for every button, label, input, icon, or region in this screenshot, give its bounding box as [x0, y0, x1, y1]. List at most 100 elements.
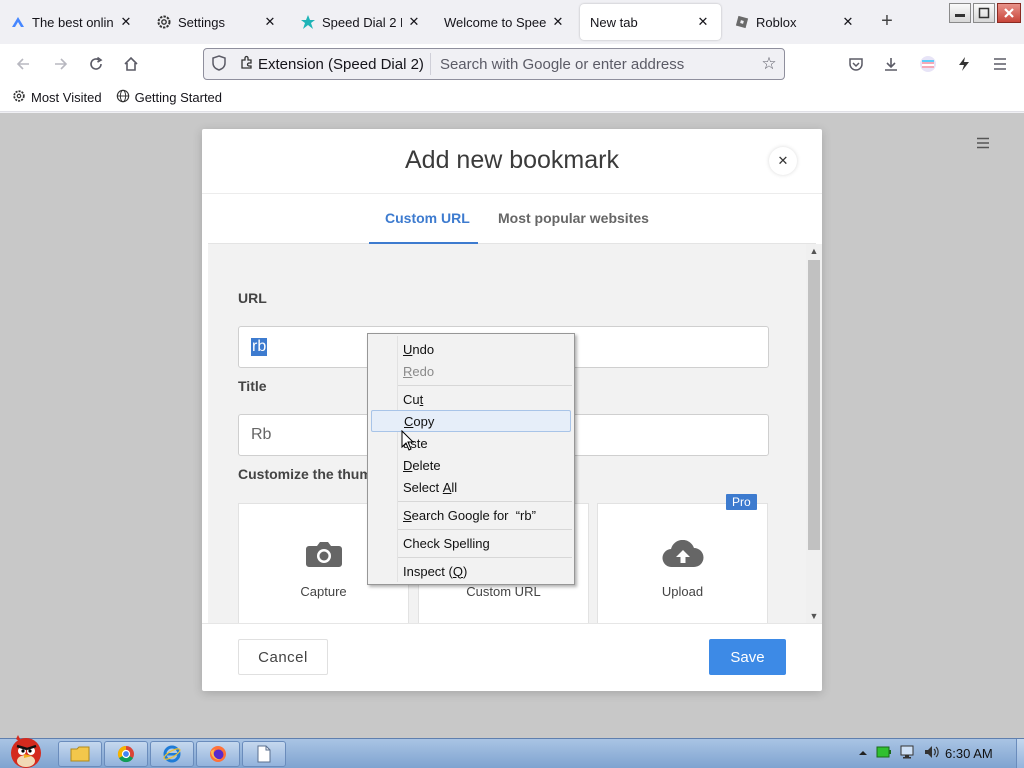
close-tab-icon[interactable]: ✕: [118, 14, 134, 30]
tab-speed-dial[interactable]: Speed Dial 2 Ne ✕: [290, 0, 432, 44]
cloud-upload-icon: [598, 539, 767, 571]
bookmark-label: Getting Started: [134, 90, 223, 105]
tab-settings[interactable]: Settings ✕: [146, 0, 288, 44]
speed-dial-menu-icon[interactable]: [966, 131, 1000, 155]
thumbnail-upload-option[interactable]: Upload: [597, 503, 768, 623]
maximize-button[interactable]: [973, 3, 995, 23]
menu-item-select-all[interactable]: Select All: [371, 476, 571, 498]
form-scrollbar[interactable]: ▲ ▼: [806, 244, 822, 623]
lightning-extension-icon[interactable]: [951, 52, 977, 76]
tracking-protection-shield-icon[interactable]: [204, 54, 234, 74]
menu-item-inspect[interactable]: Inspect (Q): [371, 560, 571, 582]
title-label: Title: [238, 378, 267, 394]
context-menu: Undo Redo Cu t Copy aste Delete Select Al…: [367, 333, 575, 585]
show-desktop-button[interactable]: [1016, 739, 1024, 768]
menu-separator: [398, 501, 572, 502]
tray-overflow-arrow-icon[interactable]: [858, 746, 868, 761]
document-icon: [257, 745, 271, 763]
forward-button[interactable]: [47, 52, 73, 76]
tab-title: Settings: [178, 14, 225, 30]
tab-most-popular-websites[interactable]: Most popular websites: [498, 210, 649, 226]
taskbar-notepad[interactable]: [242, 741, 286, 767]
app-menu-button[interactable]: [987, 52, 1013, 76]
address-bar[interactable]: Extension (Speed Dial 2) Search with Goo…: [203, 48, 785, 80]
save-button[interactable]: Save: [709, 639, 786, 675]
volume-icon[interactable]: [924, 745, 940, 762]
new-tab-button[interactable]: +: [877, 11, 897, 32]
mouse-cursor-icon: [401, 430, 415, 451]
pro-badge: Pro: [726, 494, 757, 510]
chrome-icon: [117, 745, 134, 763]
menu-item-check-spelling[interactable]: Check Spellin g: [371, 532, 571, 554]
close-tab-icon[interactable]: ✕: [262, 14, 278, 30]
bookmark-star-icon[interactable]: ☆: [754, 54, 784, 74]
downloads-button[interactable]: [878, 52, 904, 76]
address-input[interactable]: Search with Google or enter address: [431, 56, 754, 73]
menu-separator: [398, 557, 572, 558]
nordvpn-icon: [10, 14, 26, 30]
reload-button[interactable]: [83, 52, 109, 76]
network-icon[interactable]: [900, 745, 916, 762]
divider: [202, 193, 822, 194]
account-avatar-icon[interactable]: [915, 52, 941, 76]
title-input-value: Rb: [251, 426, 272, 443]
navigation-toolbar: Extension (Speed Dial 2) Search with Goo…: [0, 44, 1024, 84]
tab-title: The best online: [32, 14, 114, 30]
cancel-button[interactable]: Cancel: [238, 639, 328, 675]
tab-custom-url[interactable]: Custom URL: [385, 210, 470, 226]
minimize-button[interactable]: [949, 3, 971, 23]
tab-title: New tab: [590, 14, 638, 30]
puzzle-piece-icon: [240, 55, 254, 73]
menu-separator: [398, 529, 572, 530]
menu-item-delete[interactable]: Delete: [371, 454, 571, 476]
tab-roblox[interactable]: Roblox ✕: [724, 0, 866, 44]
globe-icon: [116, 89, 130, 106]
roblox-icon: [734, 14, 750, 30]
home-button[interactable]: [118, 52, 144, 76]
extension-identity-chip[interactable]: Extension (Speed Dial 2): [234, 53, 431, 75]
taskbar: 6:30 AM: [0, 735, 1024, 768]
close-dialog-button[interactable]: ✕: [769, 147, 797, 175]
battery-icon[interactable]: [876, 745, 892, 762]
start-button-angry-bird-icon[interactable]: [2, 731, 48, 768]
dialog-title: Add new bookmark: [404, 146, 619, 174]
taskbar-firefox[interactable]: [196, 741, 240, 767]
scroll-up-arrow-icon[interactable]: ▲: [806, 244, 822, 258]
thumbnail-option-label: Capture: [300, 584, 347, 599]
menu-item-cut[interactable]: Cu t: [371, 388, 571, 410]
scroll-down-arrow-icon[interactable]: ▼: [806, 609, 822, 623]
bookmark-getting-started[interactable]: Getting Started: [116, 89, 222, 106]
folder-icon: [70, 746, 90, 762]
bookmarks-toolbar: Most Visited Getting Started: [0, 84, 1024, 112]
close-tab-icon[interactable]: ✕: [840, 14, 856, 30]
tab-new-tab[interactable]: New tab ✕: [580, 4, 721, 40]
close-tab-icon[interactable]: ✕: [550, 14, 566, 30]
tab-title: Speed Dial 2 Ne: [322, 14, 402, 30]
close-tab-icon[interactable]: ✕: [695, 14, 711, 30]
menu-item-search-google[interactable]: Search Google for “rb”: [371, 504, 571, 526]
taskbar-chrome[interactable]: [104, 741, 148, 767]
back-button[interactable]: [11, 52, 37, 76]
taskbar-clock[interactable]: 6:30 AM: [945, 746, 993, 761]
tab-nordvpn[interactable]: The best online ✕: [0, 0, 144, 44]
menu-item-redo[interactable]: Redo: [371, 360, 571, 382]
menu-item-copy[interactable]: Copy: [371, 410, 571, 432]
gear-icon: [12, 89, 26, 106]
bookmark-most-visited[interactable]: Most Visited: [12, 89, 102, 106]
url-label: URL: [238, 290, 267, 306]
tab-welcome[interactable]: Welcome to Speed ✕: [434, 0, 576, 44]
extension-name: Extension (Speed Dial 2): [258, 55, 424, 73]
taskbar-internet-explorer[interactable]: [150, 741, 194, 767]
menu-item-undo[interactable]: Undo: [371, 338, 571, 360]
tab-strip: The best online ✕ Settings ✕ Speed Dial …: [0, 0, 1024, 44]
close-tab-icon[interactable]: ✕: [406, 14, 422, 30]
divider: [202, 623, 822, 624]
scrollbar-thumb[interactable]: [808, 260, 820, 550]
gear-icon: [156, 14, 172, 30]
speed-dial-icon: [300, 14, 316, 30]
close-window-button[interactable]: [997, 3, 1021, 23]
system-tray: [858, 745, 940, 762]
pocket-button[interactable]: [843, 52, 869, 76]
taskbar-explorer[interactable]: [58, 741, 102, 767]
tab-title: Welcome to Speed: [444, 14, 546, 30]
